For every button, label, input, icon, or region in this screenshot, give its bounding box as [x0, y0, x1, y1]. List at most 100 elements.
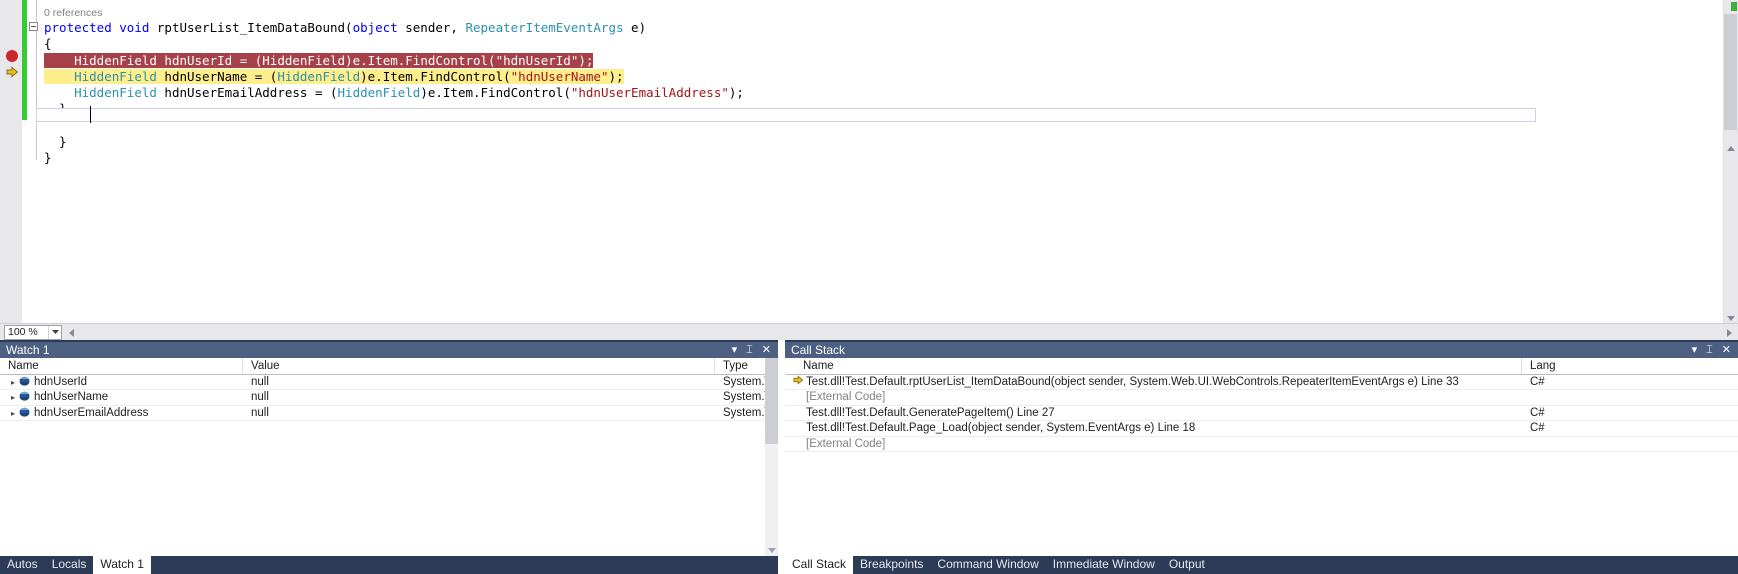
code-line-content: }	[44, 149, 52, 165]
call-stack-pin-icon[interactable]: ⌶	[1706, 344, 1713, 356]
call-stack-frame-text: [External Code]	[806, 391, 886, 404]
watch-header-value[interactable]: Value	[243, 358, 715, 374]
call-stack-cell-name[interactable]: Test.dll!Test.Default.GeneratePageItem()…	[785, 406, 1522, 420]
watch-vertical-scrollbar[interactable]	[765, 358, 778, 556]
collapse-region-icon[interactable]	[29, 22, 38, 31]
tab-autos[interactable]: Autos	[0, 556, 45, 574]
call-stack-title: Call Stack	[791, 343, 846, 357]
watch-value-text: null	[251, 391, 269, 404]
call-stack-cell-lang[interactable]: C#	[1522, 406, 1738, 420]
scrollbar-change-marker	[1731, 2, 1737, 11]
call-stack-row[interactable]: Test.dll!Test.Default.rptUserList_ItemDa…	[785, 375, 1738, 391]
watch-panel-title: Watch 1	[6, 343, 50, 357]
code-line-signature[interactable]: protected void rptUserList_ItemDataBound…	[44, 20, 744, 36]
expand-chevron-icon[interactable]: ▸	[8, 406, 18, 420]
watch-scroll-down-arrow-icon[interactable]	[768, 548, 776, 553]
watch-rows-container[interactable]: ▸ hdnUserId null System.\ ▸ hdnUserName null Sy…	[0, 375, 778, 422]
call-stack-header-lang[interactable]: Lang	[1522, 358, 1738, 374]
watch-cell-name[interactable]: ▸ hdnUserId	[0, 375, 243, 389]
tab-command-window[interactable]: Command Window	[930, 556, 1045, 574]
code-line-content: HiddenField hdnUserId = (HiddenField)e.I…	[44, 52, 594, 68]
call-stack-dropdown-icon[interactable]: ▾	[1692, 344, 1698, 356]
watch-header-name[interactable]: Name	[0, 358, 243, 374]
code-line-decl-userid[interactable]: HiddenField hdnUserId = (HiddenField)e.I…	[44, 52, 744, 69]
tab-immediate-window[interactable]: Immediate Window	[1046, 556, 1162, 574]
editor-change-bar	[22, 0, 27, 120]
call-stack-cell-lang[interactable]	[1522, 437, 1738, 451]
code-line-decl-email[interactable]: HiddenField hdnUserEmailAddress = (Hidde…	[44, 85, 744, 101]
code-editor[interactable]: 0 references protected void rptUserList_I…	[0, 0, 1738, 340]
scroll-right-arrow-icon[interactable]	[1727, 328, 1732, 337]
watch-cell-value[interactable]: null	[243, 390, 715, 404]
call-stack-cell-lang[interactable]: C#	[1522, 375, 1738, 389]
code-line-close-brace-class[interactable]: }	[44, 134, 744, 150]
scroll-up-arrow-icon[interactable]	[1727, 146, 1735, 151]
watch-row[interactable]: ▸ hdnUserName null System.\	[0, 390, 778, 406]
watch-row[interactable]: ▸ hdnUserEmailAddress null System.\	[0, 406, 778, 422]
call-stack-lang-text: C#	[1530, 376, 1545, 388]
watch-panel-pin-icon[interactable]: ⌶	[746, 344, 753, 356]
field-icon	[19, 376, 30, 386]
watch-scrollbar-thumb[interactable]	[765, 358, 778, 444]
text-caret	[90, 106, 91, 123]
zoom-level-dropdown[interactable]: 100 %	[4, 324, 62, 340]
call-stack-row[interactable]: [External Code]	[785, 437, 1738, 452]
call-stack-cell-name[interactable]: Test.dll!Test.Default.rptUserList_ItemDa…	[785, 375, 1522, 389]
chevron-down-icon[interactable]	[48, 325, 61, 339]
watch-panel-dropdown-icon[interactable]: ▾	[732, 344, 738, 356]
watch-panel-titlebar: Watch 1 ▾ ⌶ ✕	[0, 340, 778, 358]
code-text[interactable]: 0 references protected void rptUserList_I…	[44, 4, 744, 166]
field-icon	[19, 391, 30, 402]
scroll-down-arrow-icon[interactable]	[1727, 316, 1735, 321]
expand-chevron-icon[interactable]: ▸	[8, 375, 18, 389]
watch-name-text: hdnUserId	[34, 376, 88, 388]
code-line-close-brace-ns[interactable]: }	[44, 150, 744, 166]
editor-horizontal-scrollbar[interactable]	[65, 324, 1738, 340]
call-stack-header-name[interactable]: Name	[785, 358, 1522, 374]
watch-type-text: System.\	[723, 391, 768, 404]
breakpoint-icon[interactable]	[6, 50, 18, 62]
call-stack-cell-name[interactable]: Test.dll!Test.Default.Page_Load(object s…	[785, 421, 1522, 435]
call-stack-row[interactable]: Test.dll!Test.Default.Page_Load(object s…	[785, 421, 1738, 437]
tab-watch-1[interactable]: Watch 1	[93, 556, 151, 574]
panel-splitter[interactable]	[778, 340, 785, 574]
call-stack-frame-text: Test.dll!Test.Default.GeneratePageItem()…	[806, 406, 1055, 419]
scrollbar-thumb[interactable]	[1724, 14, 1737, 130]
editor-vertical-scrollbar[interactable]	[1723, 0, 1738, 324]
visual-studio-debug-window: 0 references protected void rptUserList_I…	[0, 0, 1738, 574]
tab-breakpoints[interactable]: Breakpoints	[853, 556, 930, 574]
call-stack-cell-name[interactable]: [External Code]	[785, 437, 1522, 451]
watch-name-text: hdnUserName	[34, 391, 109, 404]
code-line-content: protected void rptUserList_ItemDataBound…	[44, 20, 647, 36]
code-line-content: {	[44, 36, 52, 52]
call-stack-row[interactable]: Test.dll!Test.Default.GeneratePageItem()…	[785, 406, 1738, 422]
call-stack-close-icon[interactable]: ✕	[1722, 344, 1731, 356]
tab-locals[interactable]: Locals	[45, 556, 94, 574]
tab-output[interactable]: Output	[1162, 556, 1212, 574]
watch-type-text: System.\	[723, 406, 768, 419]
call-stack-row[interactable]: [External Code]	[785, 390, 1738, 406]
call-stack-tabstrip[interactable]: Call Stack Breakpoints Command Window Im…	[785, 556, 1738, 574]
watch-cell-value[interactable]: null	[243, 406, 715, 420]
call-stack-cell-lang[interactable]	[1522, 390, 1738, 404]
call-stack-panel: Call Stack ▾ ⌶ ✕ Name Lang Test.dll!Test…	[785, 340, 1738, 574]
call-stack-cell-lang[interactable]: C#	[1522, 421, 1738, 435]
watch-tabstrip[interactable]: Autos Locals Watch 1	[0, 556, 778, 574]
code-line-codelens[interactable]: 0 references	[44, 4, 744, 20]
expand-chevron-icon[interactable]: ▸	[8, 390, 18, 404]
scroll-left-arrow-icon[interactable]	[69, 328, 74, 337]
code-line-decl-username[interactable]: HiddenField hdnUserName = (HiddenField)e…	[44, 68, 744, 85]
watch-cell-name[interactable]: ▸ hdnUserName	[0, 390, 243, 404]
call-stack-rows-container[interactable]: Test.dll!Test.Default.rptUserList_ItemDa…	[785, 375, 1738, 452]
field-icon	[19, 407, 30, 417]
tab-call-stack[interactable]: Call Stack	[785, 556, 854, 574]
codelens-references[interactable]: 0 references	[44, 7, 102, 19]
call-stack-lang-text: C#	[1530, 406, 1545, 419]
code-line-open-brace[interactable]: {	[44, 36, 744, 52]
watch-row[interactable]: ▸ hdnUserId null System.\	[0, 375, 778, 391]
watch-cell-value[interactable]: null	[243, 375, 715, 389]
call-stack-cell-name[interactable]: [External Code]	[785, 390, 1522, 404]
watch-value-text: null	[251, 406, 269, 419]
watch-cell-name[interactable]: ▸ hdnUserEmailAddress	[0, 406, 243, 420]
watch-panel-close-icon[interactable]: ✕	[762, 344, 771, 356]
